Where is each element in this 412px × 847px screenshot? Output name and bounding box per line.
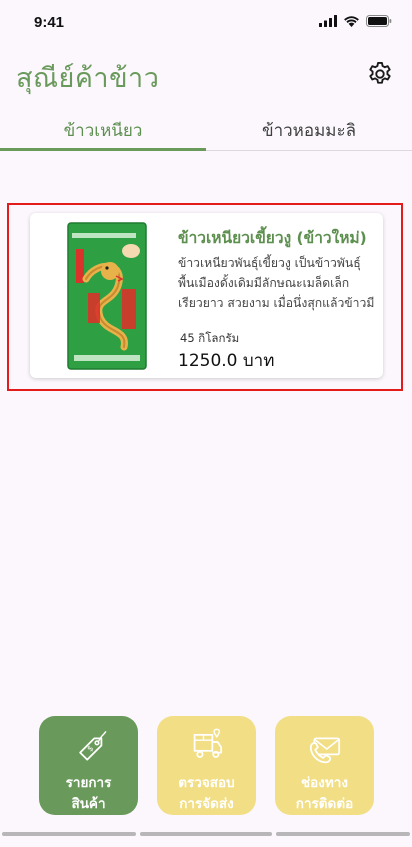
price-tag-icon: $: [78, 731, 107, 761]
delivery-box-icon: [193, 728, 222, 758]
nav-product-list-label: รายการ สินค้า: [65, 775, 112, 812]
product-weight: 45 กิโลกรัม: [180, 331, 240, 345]
product-name: ข้าวเหนียวเขี้ยวงู (ข้าวใหม่): [178, 229, 367, 247]
cellular-signal-icon: [319, 15, 337, 27]
tab-sticky-rice[interactable]: ข้าวเหนียว: [0, 108, 206, 152]
active-tab-indicator: [0, 148, 206, 151]
status-bar: 9:41: [0, 0, 412, 48]
nav-contact-button[interactable]: ช่องทาง การติดต่อ: [275, 716, 374, 815]
contact-phone-icon: [309, 737, 340, 764]
product-card[interactable]: ข้าวเหนียวเขี้ยวงู (ข้าวใหม่) ข้าวเหนียว…: [30, 213, 383, 378]
nav-check-delivery-label: ตรวจสอบ การจัดส่ง: [178, 775, 235, 812]
status-icons: [319, 15, 392, 27]
nav-contact-label: ช่องทาง การติดต่อ: [295, 775, 354, 812]
status-time: 9:41: [34, 14, 65, 31]
bottom-bar-2: [140, 832, 272, 836]
rice-bag-image: [67, 222, 147, 370]
tab-sticky-rice-label: ข้าวเหนียว: [63, 120, 143, 141]
bottom-bar-1: [2, 832, 136, 836]
nav-product-list-button[interactable]: $ รายการ สินค้า: [39, 716, 138, 815]
category-tabs: ข้าวเหนียว ข้าวหอมมะลิ: [0, 108, 412, 152]
product-description: ข้าวเหนียวพันธุ์เขี้ยวงู เป็นข้าวพันธุ์พ…: [178, 256, 375, 310]
bottom-indicator-bars: [0, 832, 412, 837]
product-price: 1250.0 บาท: [178, 351, 275, 371]
gear-icon: [369, 61, 391, 84]
settings-button[interactable]: [366, 60, 394, 88]
tab-jasmine-rice[interactable]: ข้าวหอมมะลิ: [206, 108, 412, 152]
battery-icon: [366, 15, 392, 27]
nav-check-delivery-button[interactable]: ตรวจสอบ การจัดส่ง: [157, 716, 256, 815]
app-title: สุณีย์ค้าข้าว: [16, 63, 160, 94]
bottom-bar-3: [276, 832, 410, 836]
tab-jasmine-rice-label: ข้าวหอมมะลิ: [261, 120, 357, 141]
wifi-icon: [344, 16, 359, 27]
